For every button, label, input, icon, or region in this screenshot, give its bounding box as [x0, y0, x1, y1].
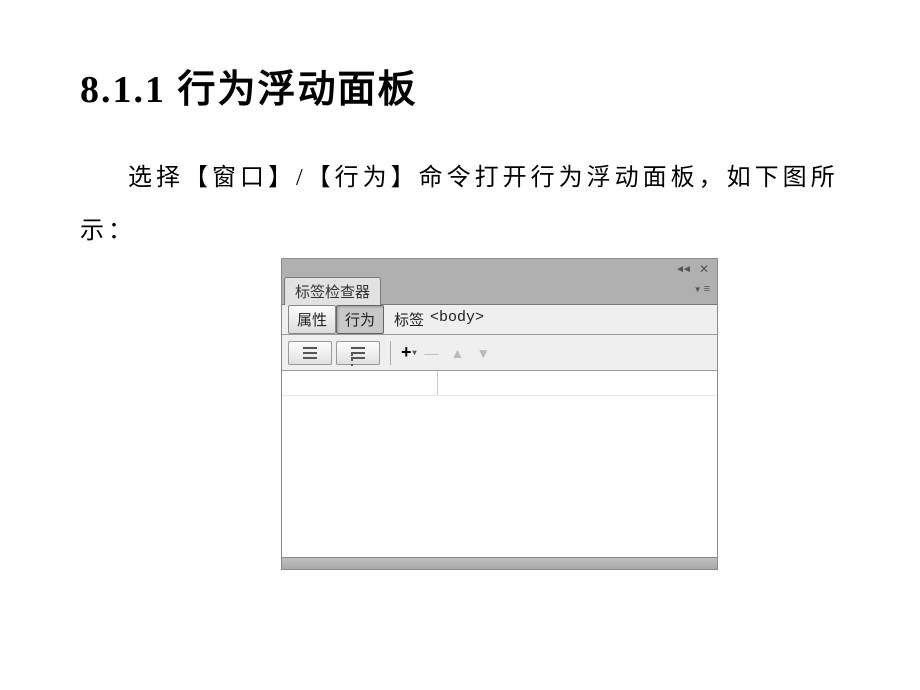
- panel-tab-row: 标签检查器 ▼≡: [282, 279, 717, 305]
- panel-subtab-row: 属性 行为 标签 <body>: [282, 305, 717, 335]
- show-all-events-button[interactable]: [336, 341, 380, 365]
- section-body: 选择【窗口】/【行为】命令打开行为浮动面板，如下图所示：: [80, 152, 840, 258]
- tag-value: <body>: [430, 309, 484, 330]
- panel-topbar: ◄◄ ✕: [282, 259, 717, 279]
- column-divider: [437, 371, 438, 395]
- show-set-events-button[interactable]: [288, 341, 332, 365]
- tag-label-text: 标签: [394, 309, 424, 330]
- panel-resize-footer[interactable]: [282, 557, 717, 569]
- close-icon[interactable]: ✕: [699, 262, 709, 276]
- remove-behavior-button[interactable]: —: [421, 345, 443, 361]
- add-behavior-button[interactable]: +▾: [401, 342, 417, 363]
- behaviors-list[interactable]: [282, 371, 717, 557]
- subtab-behaviors[interactable]: 行为: [336, 305, 384, 334]
- panel-toolbar: +▾ — ▲ ▼: [282, 335, 717, 371]
- row-divider: [282, 395, 717, 396]
- move-up-icon[interactable]: ▲: [447, 345, 469, 361]
- behaviors-panel: ◄◄ ✕ 标签检查器 ▼≡ 属性 行为 标签 <body> +▾ — ▲ ▼: [281, 258, 718, 570]
- toolbar-separator: [390, 341, 391, 365]
- tab-tag-inspector[interactable]: 标签检查器: [284, 277, 381, 305]
- tag-label: 标签 <body>: [394, 309, 484, 330]
- move-down-icon[interactable]: ▼: [472, 345, 494, 361]
- panel-menu-icon[interactable]: ▼≡: [694, 283, 709, 295]
- collapse-icon[interactable]: ◄◄: [675, 264, 689, 275]
- subtab-attributes[interactable]: 属性: [288, 305, 336, 334]
- section-heading: 8.1.1 行为浮动面板: [80, 58, 418, 113]
